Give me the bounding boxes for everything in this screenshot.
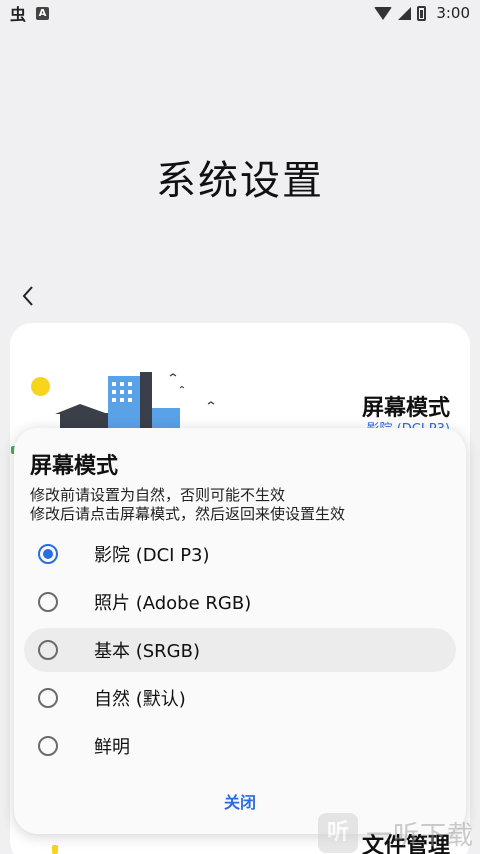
back-button[interactable] <box>14 280 42 312</box>
notification-bug-icon: 虫 <box>10 5 27 24</box>
status-left: 虫 A <box>10 1 50 25</box>
status-right: 3:00 <box>374 4 470 22</box>
option-label: 基本 (SRGB) <box>94 641 200 662</box>
page-title: 系统设置 <box>156 158 324 204</box>
option-basic[interactable]: 基本 (SRGB) <box>24 628 456 672</box>
battery-icon <box>417 5 427 21</box>
option-vivid[interactable]: 鲜明 <box>24 724 456 768</box>
watermark-text: 一听下载 <box>366 820 475 851</box>
option-natural[interactable]: 自然 (默认) <box>24 676 456 720</box>
status-time: 3:00 <box>436 4 470 22</box>
bulb-illustration <box>52 845 58 854</box>
notification-a-icon: A <box>36 6 50 20</box>
screen-mode-dialog: 屏幕模式 修改前请设置为自然，否则可能不生效 修改后请点击屏幕模式，然后返回来使… <box>14 428 466 834</box>
chevron-left-icon <box>22 286 33 306</box>
radio-unchecked-icon[interactable] <box>38 688 58 708</box>
sun-illustration <box>31 377 50 396</box>
dialog-description: 修改前请设置为自然，否则可能不生效 修改后请点击屏幕模式，然后返回来使设置生效 <box>30 486 345 524</box>
option-photo[interactable]: 照片 (Adobe RGB) <box>24 580 456 624</box>
signal-icon <box>398 6 412 20</box>
watermark: 听 一听下载 <box>318 812 480 854</box>
option-label: 自然 (默认) <box>94 689 186 710</box>
radio-unchecked-icon[interactable] <box>38 736 58 756</box>
wifi-icon <box>374 6 393 20</box>
dialog-title: 屏幕模式 <box>30 454 119 479</box>
radio-checked-icon[interactable] <box>38 544 58 564</box>
status-bar: 虫 A 3:00 <box>0 0 480 26</box>
option-label: 影院 (DCI P3) <box>94 545 210 566</box>
radio-unchecked-icon[interactable] <box>38 592 58 612</box>
option-label: 照片 (Adobe RGB) <box>94 593 252 614</box>
watermark-logo-icon: 听 <box>318 813 358 853</box>
radio-unchecked-icon[interactable] <box>38 640 58 660</box>
city-illustration <box>55 372 215 432</box>
option-label: 鲜明 <box>94 737 130 758</box>
dialog-description-line-2: 修改后请点击屏幕模式，然后返回来使设置生效 <box>30 505 346 523</box>
dialog-description-line-1: 修改前请设置为自然，否则可能不生效 <box>30 486 286 504</box>
close-button[interactable]: 关闭 <box>200 784 280 818</box>
option-cinema[interactable]: 影院 (DCI P3) <box>24 532 456 576</box>
